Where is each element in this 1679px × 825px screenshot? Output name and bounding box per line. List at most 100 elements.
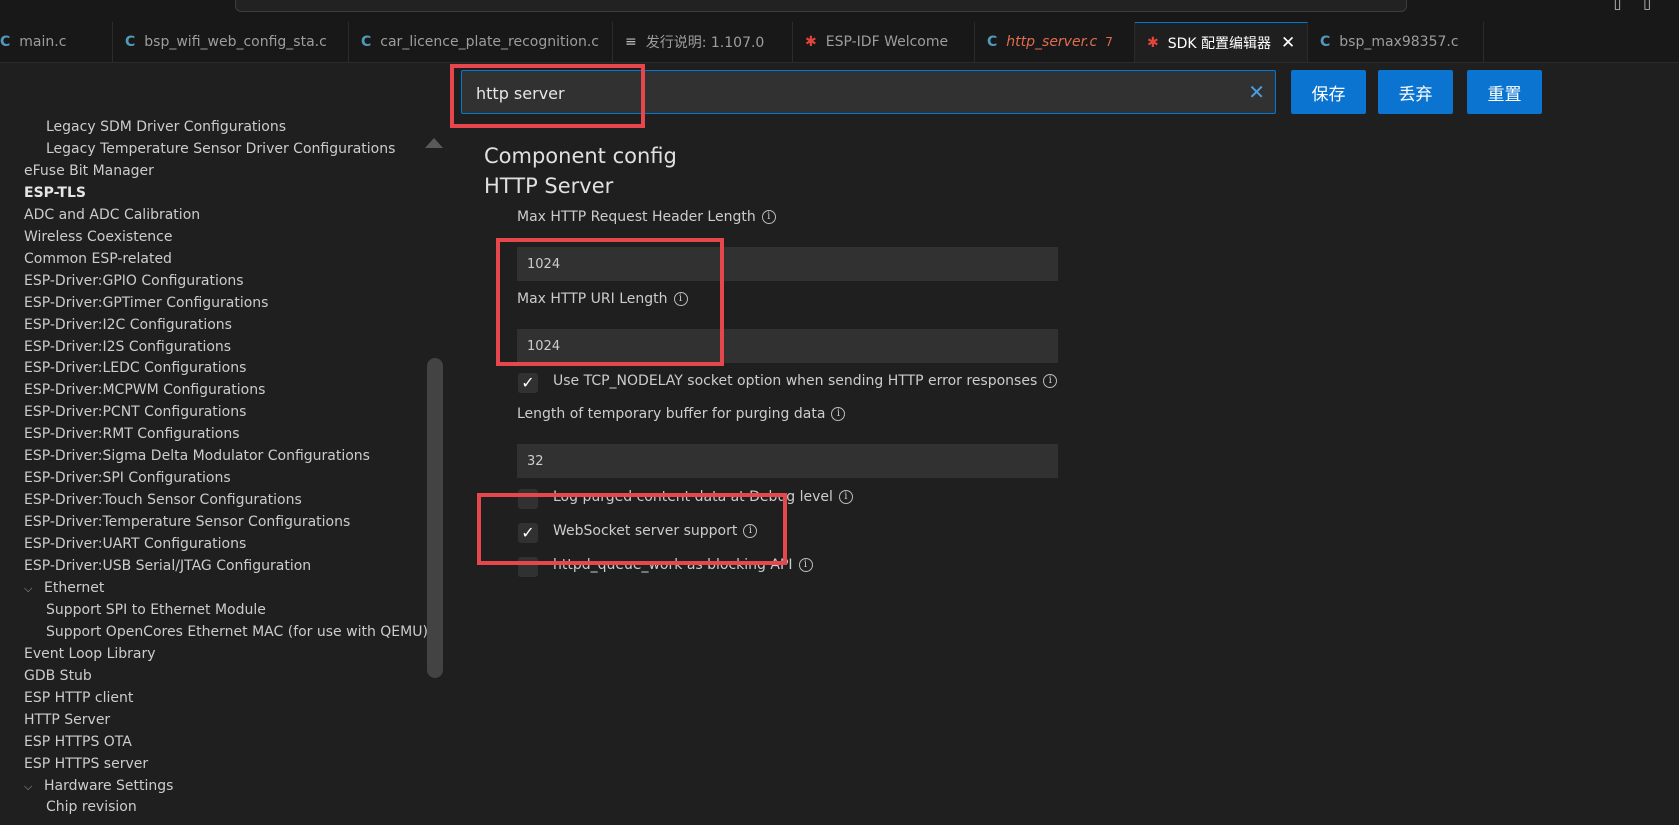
sidebar-item[interactable]: ESP HTTPS OTA [24,733,132,751]
sidebar-item[interactable]: Support SPI to Ethernet Module [46,601,266,619]
command-center[interactable] [235,0,1407,12]
sidebar-item-label: ESP-Driver:Temperature Sensor Configurat… [24,514,351,531]
sidebar-item-label: ESP-Driver:UART Configurations [24,536,247,553]
sidebar-item[interactable]: ESP-Driver:PCNT Configurations [24,403,246,421]
sidebar-item-label: ESP-Driver:PCNT Configurations [24,404,247,421]
sidebar-item[interactable]: ESP-Driver:USB Serial/JTAG Configuration [24,557,311,575]
sidebar-item[interactable]: Legacy Temperature Sensor Driver Configu… [46,140,395,158]
sidebar-item-label: ESP-Driver:RMT Configurations [24,426,240,443]
sidebar-item[interactable]: ESP-Driver:LEDC Configurations [24,359,246,377]
sidebar-item[interactable]: ESP-Driver:MCPWM Configurations [24,381,265,399]
sidebar-item-label: ESP HTTP client [24,689,134,706]
max-header-length-input[interactable] [517,247,1058,281]
tab-label: main.c [19,34,67,50]
sidebar-item[interactable]: GDB Stub [24,667,92,685]
sidebar-item[interactable]: Legacy SDM Driver Configurations [46,118,286,136]
info-icon[interactable]: i [673,292,688,306]
search-input[interactable] [474,79,1218,107]
chevron-down-icon[interactable]: ⌵ [24,778,38,796]
scroll-up-arrow-icon[interactable] [425,138,443,148]
sidebar-item[interactable]: ⌵ Ethernet [24,579,104,598]
purge-buffer-input[interactable] [517,444,1058,478]
info-icon[interactable]: i [838,490,853,504]
tab-6[interactable]: ✱ SDK 配置编辑器 ✕ [1135,22,1308,62]
clear-search-icon[interactable]: ✕ [1248,80,1265,104]
sidebar-item-label: eFuse Bit Manager [24,162,154,179]
sidebar-item[interactable]: Event Loop Library [24,645,156,663]
c-file-icon: C [987,34,998,50]
sidebar-item-label: Support OpenCores Ethernet MAC (for use … [46,623,428,640]
espressif-icon: ✱ [1147,34,1159,51]
max-header-length-text: Max HTTP Request Header Length [517,209,756,225]
sidebar-item[interactable]: ESP-Driver:Temperature Sensor Configurat… [24,513,350,531]
max-uri-length-input[interactable] [517,329,1058,363]
sidebar-item-label: GDB Stub [24,667,92,684]
sidebar-item[interactable]: ESP-Driver:GPIO Configurations [24,272,244,290]
sidebar-item[interactable]: eFuse Bit Manager [24,162,154,180]
sidebar-item-label: Ethernet [44,579,105,596]
chevron-down-icon[interactable]: ⌵ [24,580,38,598]
info-icon[interactable]: i [743,524,758,538]
queue-work-label: httpd_queue_work as blocking API i [553,557,813,573]
sidebar-item-label: ESP-Driver:MCPWM Configurations [24,382,266,399]
sidebar-item-label: ESP-Driver:USB Serial/JTAG Configuration [24,558,312,574]
nodelay-checkbox[interactable]: ✓ [518,373,538,393]
tab-2[interactable]: Ccar_licence_plate_recognition.c [349,22,613,62]
info-icon[interactable]: i [831,407,846,421]
sidebar-item-label: ESP-TLS [24,184,86,201]
section-title: HTTP Server [484,174,614,198]
sidebar-item[interactable]: HTTP Server [24,711,110,729]
sidebar-item[interactable]: ESP-Driver:GPTimer Configurations [24,294,268,312]
sidebar-item-label: ESP HTTPS OTA [24,733,132,750]
sidebar-item[interactable]: ESP-Driver:RMT Configurations [24,425,240,443]
sidebar-item[interactable]: Support OpenCores Ethernet MAC (for use … [46,623,428,641]
sidebar-scrollbar[interactable] [427,358,443,678]
sidebar-item[interactable]: ESP-Driver:SPI Configurations [24,469,231,487]
sidebar-item[interactable]: ESP-Driver:I2S Configurations [24,338,231,356]
sidebar-item[interactable]: ESP-Driver:UART Configurations [24,535,246,553]
problem-count-badge: 7 [1105,35,1113,49]
websocket-checkbox[interactable]: ✓ [518,523,538,543]
info-icon[interactable]: i [798,558,813,572]
sidebar-item[interactable]: ESP-TLS [24,184,86,202]
tab-7[interactable]: Cbsp_max98357.c [1308,22,1484,62]
tab-0[interactable]: Cmain.c [0,22,113,62]
save-button[interactable]: 保存 [1291,70,1366,114]
sidebar-item[interactable]: ESP HTTP client [24,689,133,707]
info-icon[interactable]: i [1043,374,1058,388]
queue-work-checkbox[interactable] [518,557,538,577]
search-box: ✕ [461,70,1276,114]
max-uri-length-text: Max HTTP URI Length [517,291,668,307]
sidebar-item[interactable]: ESP-Driver:Touch Sensor Configurations [24,491,302,509]
tab-label: car_licence_plate_recognition.c [380,34,599,50]
tab-label: 发行说明: 1.107.0 [645,35,765,51]
window-controls[interactable]: ▯▯ [1614,0,1673,12]
purge-buffer-text: Length of temporary buffer for purging d… [517,406,826,422]
title-bar: ▯▯ [0,0,1679,22]
log-purged-label: Log purged content data at Debug level i [553,489,853,505]
sidebar-item[interactable]: ESP HTTPS server [24,755,148,773]
tab-5[interactable]: Chttp_server.c 7 [975,22,1135,62]
tab-1[interactable]: Cbsp_wifi_web_config_sta.c [113,22,349,62]
document-icon: ≡ [625,34,637,50]
sidebar-item[interactable]: Chip revision [46,798,137,816]
sidebar-item[interactable]: Common ESP-related [24,250,172,268]
reset-button[interactable]: 重置 [1467,70,1542,114]
tab-label: bsp_max98357.c [1339,34,1459,50]
log-purged-checkbox[interactable] [518,489,538,509]
tab-3[interactable]: ≡ 发行说明: 1.107.0 [613,22,793,62]
sidebar-item-label: HTTP Server [24,711,111,728]
sidebar-item[interactable]: ⌵ Hardware Settings [24,777,173,796]
sidebar-item[interactable]: ESP-Driver:I2C Configurations [24,316,232,334]
tab-4[interactable]: ✱ ESP-IDF Welcome [793,22,975,62]
c-file-icon: C [361,34,372,50]
sidebar-item[interactable]: ESP-Driver:Sigma Delta Modulator Configu… [24,447,370,465]
close-tab-icon[interactable]: ✕ [1281,33,1295,53]
sidebar-item[interactable]: ADC and ADC Calibration [24,206,200,224]
c-file-icon: C [0,34,11,50]
info-icon[interactable]: i [761,210,776,224]
discard-button[interactable]: 丢弃 [1378,70,1453,114]
sidebar-item-label: ESP-Driver:Sigma Delta Modulator Configu… [24,448,370,465]
sidebar-item[interactable]: Wireless Coexistence [24,228,173,246]
max-header-length-label: Max HTTP Request Header Length i [517,209,776,225]
